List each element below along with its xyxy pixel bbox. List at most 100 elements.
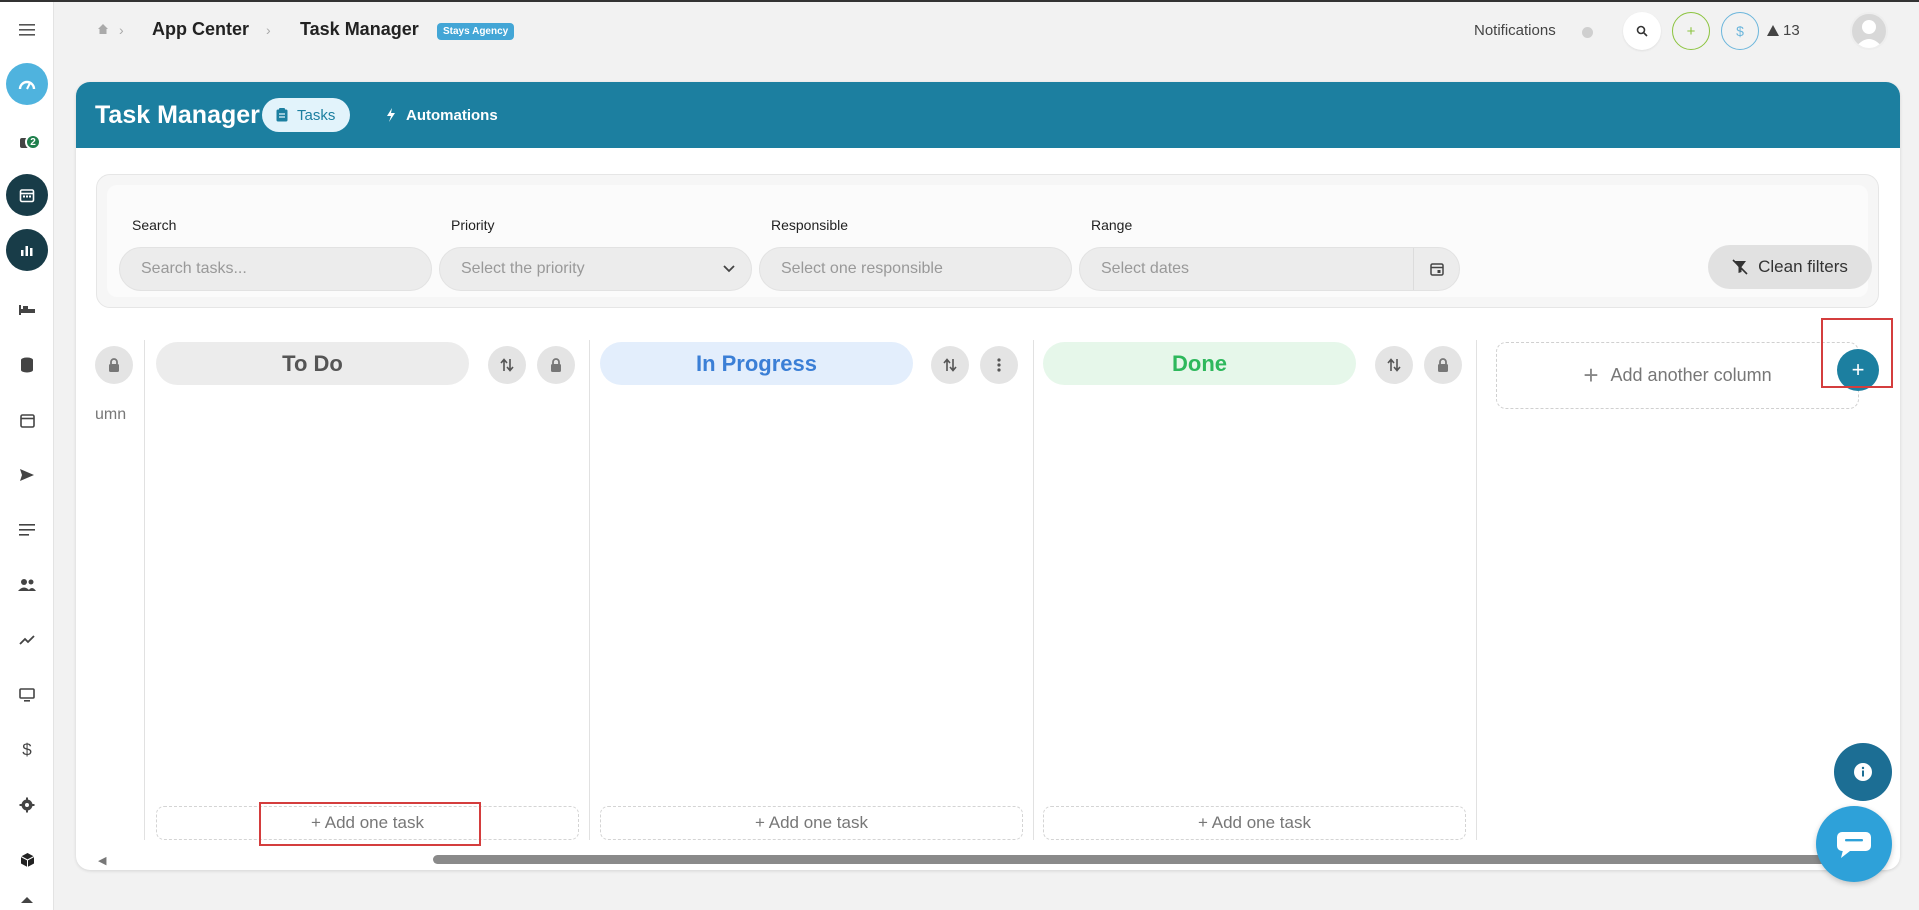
top-header: › App Center › Task Manager Stays Agency… bbox=[55, 2, 1919, 60]
plus-icon: + bbox=[1583, 360, 1599, 390]
column-header-done[interactable]: Done bbox=[1043, 342, 1356, 385]
tab-tasks-label: Tasks bbox=[297, 106, 336, 124]
priority-select[interactable]: Select the priority bbox=[439, 247, 752, 291]
info-icon bbox=[1854, 763, 1872, 781]
column-title-done: Done bbox=[1172, 350, 1227, 376]
notifications-status-dot bbox=[1582, 27, 1593, 38]
filters-inner: Search Search tasks... Priority Select t… bbox=[107, 185, 1872, 297]
calendar-button[interactable] bbox=[1413, 248, 1459, 290]
chat-button[interactable] bbox=[1816, 806, 1892, 882]
done-add-task-button[interactable]: + Add one task bbox=[1043, 806, 1466, 840]
dashboard-icon bbox=[6, 63, 48, 105]
column-header-todo[interactable]: To Do bbox=[156, 342, 469, 385]
breadcrumb-app-center[interactable]: App Center bbox=[152, 19, 249, 40]
search-button[interactable] bbox=[1623, 12, 1661, 50]
bed-icon[interactable] bbox=[0, 290, 54, 330]
in-progress-more-button[interactable] bbox=[980, 346, 1018, 384]
menu-icon[interactable] bbox=[0, 10, 54, 50]
breadcrumb-task-manager[interactable]: Task Manager bbox=[300, 19, 419, 40]
info-button[interactable] bbox=[1834, 743, 1892, 801]
calendar-check-icon[interactable] bbox=[0, 400, 54, 440]
sidebar-item-calendar[interactable] bbox=[0, 174, 54, 216]
database-icon[interactable] bbox=[0, 345, 54, 385]
done-add-task-label: + Add one task bbox=[1198, 813, 1311, 832]
clean-filters-label: Clean filters bbox=[1758, 257, 1848, 276]
sort-arrows-icon bbox=[1387, 358, 1401, 372]
priority-label: Priority bbox=[451, 217, 495, 233]
sort-arrows-icon bbox=[943, 358, 957, 372]
column-divider bbox=[144, 340, 145, 840]
sidebar-item-messages[interactable]: 2 bbox=[0, 124, 54, 164]
more-vertical-icon bbox=[997, 358, 1001, 372]
calendar-icon bbox=[1429, 263, 1444, 276]
alert-count[interactable]: 13 bbox=[1783, 22, 1800, 39]
users-icon[interactable] bbox=[0, 565, 54, 605]
column-title-in-progress: In Progress bbox=[695, 350, 818, 376]
clean-filters-button[interactable]: Clean filters bbox=[1708, 245, 1872, 289]
task-manager-card: Task Manager Tasks Automations Search Se… bbox=[76, 82, 1900, 870]
add-another-column-label: Add another column bbox=[1610, 365, 1772, 385]
range-placeholder: Select dates bbox=[1101, 260, 1190, 277]
add-button[interactable]: + bbox=[1672, 12, 1710, 50]
lock-icon bbox=[1438, 358, 1448, 372]
partial-column-label: umn bbox=[95, 406, 127, 423]
trending-up-icon[interactable] bbox=[0, 620, 54, 660]
filter-off-icon bbox=[1732, 259, 1748, 275]
monitor-icon[interactable] bbox=[0, 675, 54, 715]
responsible-placeholder: Select one responsible bbox=[781, 260, 943, 277]
todo-lock-button[interactable] bbox=[537, 346, 575, 384]
sidebar-item-reports[interactable] bbox=[0, 229, 54, 271]
partial-column-lock-button[interactable] bbox=[95, 346, 133, 384]
search-input[interactable]: Search tasks... bbox=[119, 247, 432, 291]
lock-icon bbox=[551, 358, 561, 372]
search-label: Search bbox=[132, 217, 177, 233]
avatar[interactable] bbox=[1850, 12, 1888, 50]
dollar-icon[interactable]: $ bbox=[0, 730, 54, 770]
breadcrumb-separator-icon: › bbox=[266, 22, 271, 38]
responsible-select[interactable]: Select one responsible bbox=[759, 247, 1072, 291]
todo-sort-button[interactable] bbox=[488, 346, 526, 384]
warning-icon[interactable] bbox=[1767, 25, 1779, 36]
date-range-input[interactable]: Select dates bbox=[1079, 247, 1460, 291]
dollar-icon: $ bbox=[1736, 23, 1744, 39]
column-header-in-progress[interactable]: In Progress bbox=[600, 342, 913, 385]
sidebar-more-icon[interactable] bbox=[0, 890, 54, 910]
filters-panel: Search Search tasks... Priority Select t… bbox=[96, 174, 1879, 308]
horizontal-scrollbar[interactable]: ◀ bbox=[76, 852, 1900, 867]
search-icon bbox=[1636, 25, 1648, 37]
card-header: Task Manager Tasks Automations bbox=[76, 82, 1900, 148]
chat-bubble-icon bbox=[1837, 832, 1871, 858]
bolt-icon bbox=[387, 108, 395, 122]
search-placeholder: Search tasks... bbox=[141, 260, 247, 277]
home-icon[interactable] bbox=[97, 22, 109, 40]
breadcrumb-separator-icon: › bbox=[119, 22, 124, 38]
send-icon[interactable] bbox=[0, 455, 54, 495]
chevron-down-icon bbox=[723, 265, 735, 273]
tab-automations-label: Automations bbox=[406, 106, 498, 124]
column-divider bbox=[589, 340, 590, 840]
left-sidebar: 2 $ bbox=[0, 2, 54, 910]
notifications-label[interactable]: Notifications bbox=[1474, 22, 1556, 39]
add-another-column-button[interactable]: + Add another column bbox=[1496, 342, 1859, 409]
highlight-add-task bbox=[259, 802, 481, 846]
list-icon[interactable] bbox=[0, 510, 54, 550]
in-progress-sort-button[interactable] bbox=[931, 346, 969, 384]
agency-badge: Stays Agency bbox=[437, 23, 515, 40]
lock-icon bbox=[109, 358, 119, 372]
bar-chart-icon bbox=[6, 229, 48, 271]
done-lock-button[interactable] bbox=[1424, 346, 1462, 384]
scrollbar-thumb[interactable] bbox=[433, 855, 1863, 864]
page-title: Task Manager bbox=[95, 101, 260, 129]
in-progress-add-task-button[interactable]: + Add one task bbox=[600, 806, 1023, 840]
tab-tasks[interactable]: Tasks bbox=[262, 98, 351, 132]
clipboard-icon bbox=[276, 108, 288, 122]
gear-icon[interactable] bbox=[0, 785, 54, 825]
billing-button[interactable]: $ bbox=[1721, 12, 1759, 50]
cube-icon[interactable] bbox=[0, 840, 54, 880]
tab-automations[interactable]: Automations bbox=[374, 98, 510, 132]
calendar-icon bbox=[6, 174, 48, 216]
sidebar-item-dashboard[interactable] bbox=[0, 63, 54, 105]
done-sort-button[interactable] bbox=[1375, 346, 1413, 384]
in-progress-add-task-label: + Add one task bbox=[755, 813, 868, 832]
scroll-left-arrow-icon[interactable]: ◀ bbox=[98, 854, 106, 867]
